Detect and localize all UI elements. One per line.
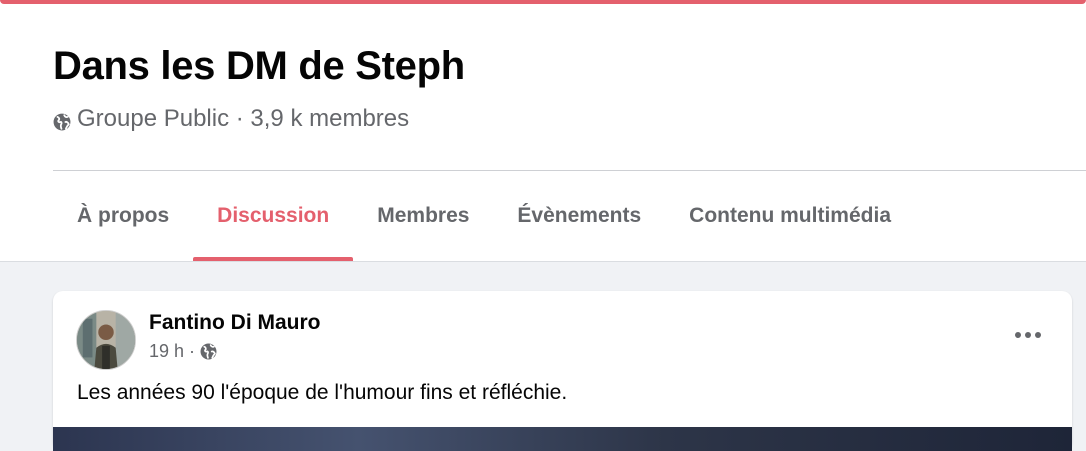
- globe-icon: [200, 343, 217, 360]
- globe-icon: [53, 110, 71, 131]
- post-author[interactable]: Fantino Di Mauro: [149, 311, 321, 335]
- group-title[interactable]: Dans les DM de Steph: [53, 44, 465, 89]
- more-options-button[interactable]: [1010, 321, 1046, 349]
- more-horizontal-icon: [1014, 326, 1042, 344]
- tab-a-propos[interactable]: À propos: [53, 171, 193, 261]
- group-meta-text: Groupe Public · 3,9 k membres: [77, 105, 410, 132]
- top-accent-bar: [0, 0, 1086, 4]
- post-media-image[interactable]: [53, 427, 1072, 451]
- post-meta: 19 h ·: [149, 341, 217, 362]
- group-header: Dans les DM de Steph Groupe Public · 3,9…: [0, 0, 1086, 262]
- post-card: Fantino Di Mauro 19 h · Les années 90 l'…: [53, 291, 1072, 451]
- tab-discussion[interactable]: Discussion: [193, 171, 354, 261]
- meta-separator: ·: [189, 341, 196, 361]
- group-meta: Groupe Public · 3,9 k membres: [53, 105, 409, 133]
- post-time[interactable]: 19 h: [149, 341, 184, 362]
- tab-membres[interactable]: Membres: [353, 171, 493, 261]
- tab-evenements[interactable]: Évènements: [493, 171, 665, 261]
- tab-contenu-multimedia[interactable]: Contenu multimédia: [665, 171, 915, 261]
- post-text: Les années 90 l'époque de l'humour fins …: [77, 381, 568, 404]
- avatar[interactable]: [76, 310, 136, 370]
- group-tabs: À propos Discussion Membres Évènements C…: [53, 171, 915, 261]
